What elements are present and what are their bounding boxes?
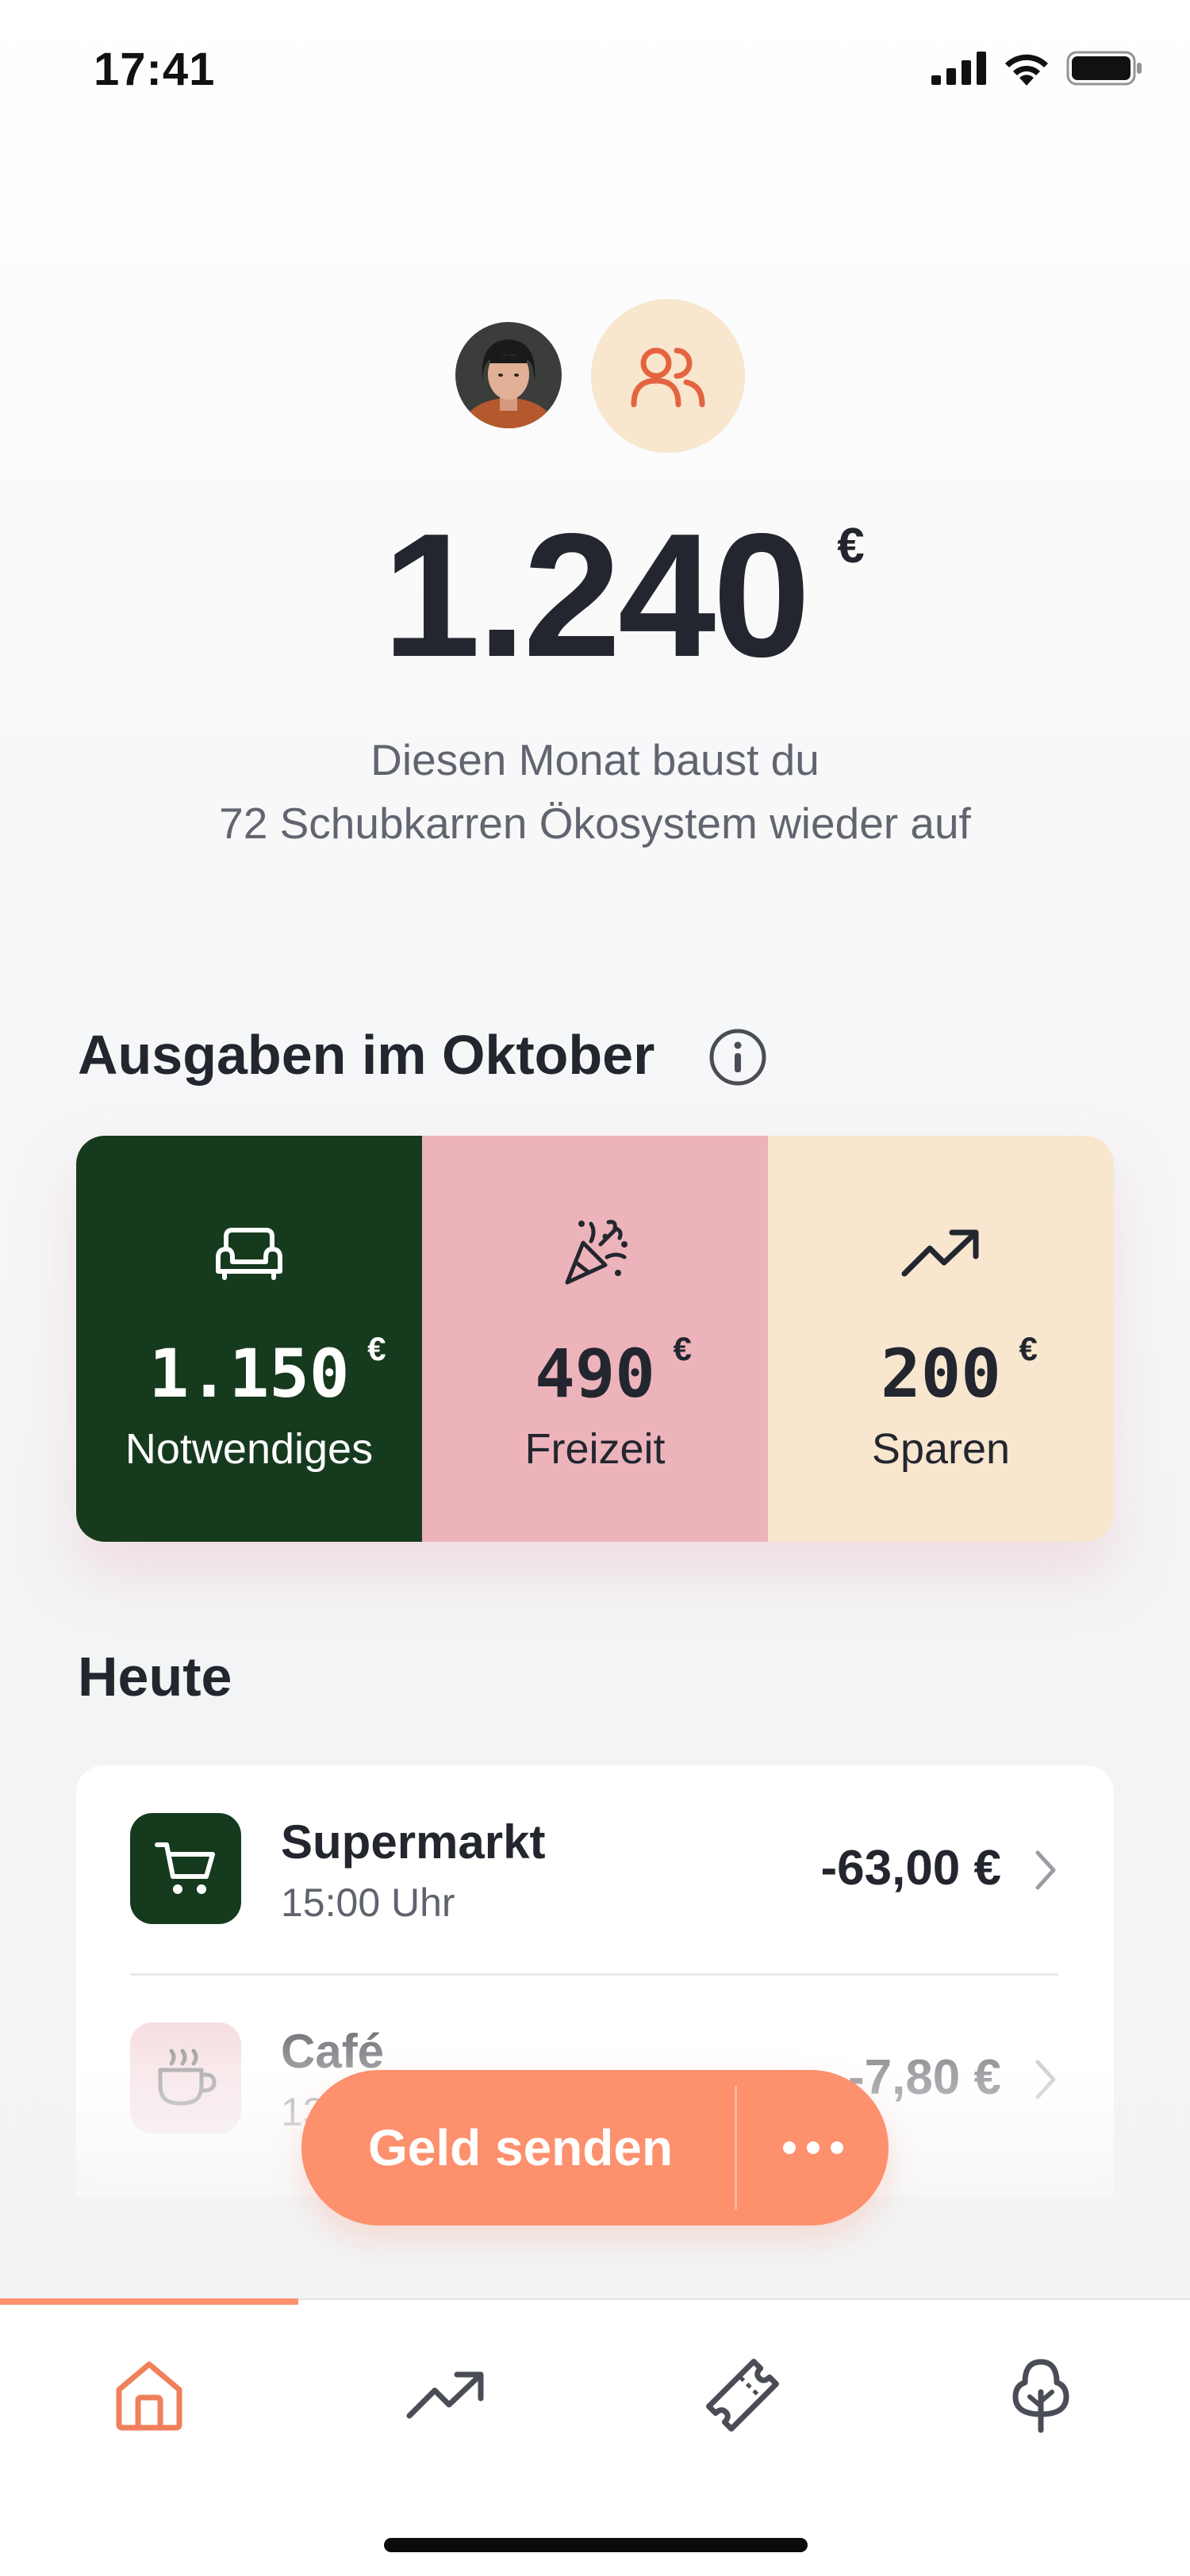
shopping-cart-icon — [130, 1813, 241, 1924]
party-popper-icon — [559, 1215, 631, 1291]
coffee-cup-icon — [130, 2022, 241, 2133]
impact-subtitle-line2: 72 Schubkarren Ökosystem wieder auf — [219, 799, 971, 848]
tree-icon — [1012, 2359, 1069, 2433]
category-amount: 200 — [881, 1335, 1001, 1413]
home-icon — [116, 2361, 182, 2431]
tab-insights[interactable] — [398, 2348, 493, 2443]
category-value: 1.150 € — [149, 1332, 386, 1408]
tab-home[interactable] — [102, 2348, 197, 2443]
balance-amount: 1.240 € — [382, 508, 865, 684]
wifi-icon — [1005, 54, 1048, 86]
category-card-leisure[interactable]: 490 € Freizeit — [422, 1136, 768, 1542]
send-money-button-group: Geld senden — [301, 2070, 889, 2225]
user-photo-icon — [455, 322, 562, 428]
info-icon[interactable] — [708, 1028, 767, 1087]
impact-subtitle-line1: Diesen Monat baust du — [370, 735, 820, 784]
home-indicator — [384, 2538, 808, 2552]
trending-up-icon — [901, 1215, 981, 1291]
more-icon — [782, 2141, 796, 2154]
battery-icon — [1066, 51, 1142, 86]
spending-cards: 1.150 € Notwendiges 490 € Freizeit 200 €… — [76, 1136, 1114, 1542]
spending-title: Ausgaben im Oktober — [78, 1024, 655, 1086]
more-icon-dot — [806, 2141, 820, 2154]
category-card-savings[interactable]: 200 € Sparen — [768, 1136, 1114, 1542]
balance: 1.240 € — [0, 508, 1190, 684]
category-currency: € — [673, 1330, 692, 1367]
category-card-needs[interactable]: 1.150 € Notwendiges — [76, 1136, 422, 1542]
sofa-icon — [215, 1215, 283, 1291]
balance-currency: € — [837, 519, 865, 573]
send-money-button[interactable]: Geld senden — [301, 2118, 735, 2177]
user-avatar[interactable] — [455, 322, 562, 428]
more-options-button[interactable] — [737, 2141, 889, 2154]
users-icon — [631, 347, 705, 408]
status-icons — [931, 51, 1142, 86]
more-icon-dot — [830, 2141, 843, 2154]
category-amount: 1.150 — [148, 1335, 350, 1413]
active-tab-indicator — [0, 2298, 298, 2305]
category-label: Freizeit — [524, 1425, 666, 1473]
transaction-time: 15:00 Uhr — [281, 1880, 455, 1925]
category-value: 200 € — [881, 1332, 1038, 1408]
cellular-signal-icon — [931, 52, 986, 85]
ticket-icon — [706, 2359, 779, 2432]
chevron-right-icon — [1035, 2060, 1056, 2099]
category-amount: 490 — [535, 1335, 655, 1413]
tab-impact[interactable] — [993, 2348, 1088, 2443]
transaction-row[interactable]: Supermarkt 15:00 Uhr -63,00 € — [76, 1765, 1114, 1976]
category-value: 490 € — [535, 1332, 692, 1408]
category-label: Sparen — [871, 1425, 1011, 1473]
category-label: Notwendiges — [125, 1425, 374, 1473]
today-title: Heute — [78, 1646, 232, 1708]
status-time: 17:41 — [94, 44, 216, 95]
category-currency: € — [1019, 1330, 1038, 1367]
balance-value: 1.240 — [382, 497, 811, 694]
transaction-name: Supermarkt — [281, 1815, 546, 1869]
trending-up-icon — [406, 2371, 484, 2419]
category-currency: € — [367, 1330, 386, 1367]
chevron-right-icon — [1035, 1850, 1056, 1890]
transaction-amount: -7,80 € — [847, 2050, 1001, 2105]
shared-account-button[interactable] — [591, 299, 745, 453]
transaction-amount: -63,00 € — [820, 1841, 1001, 1896]
tab-offers[interactable] — [695, 2348, 790, 2443]
impact-subtitle: Diesen Monat baust du 72 Schubkarren Öko… — [0, 728, 1190, 855]
